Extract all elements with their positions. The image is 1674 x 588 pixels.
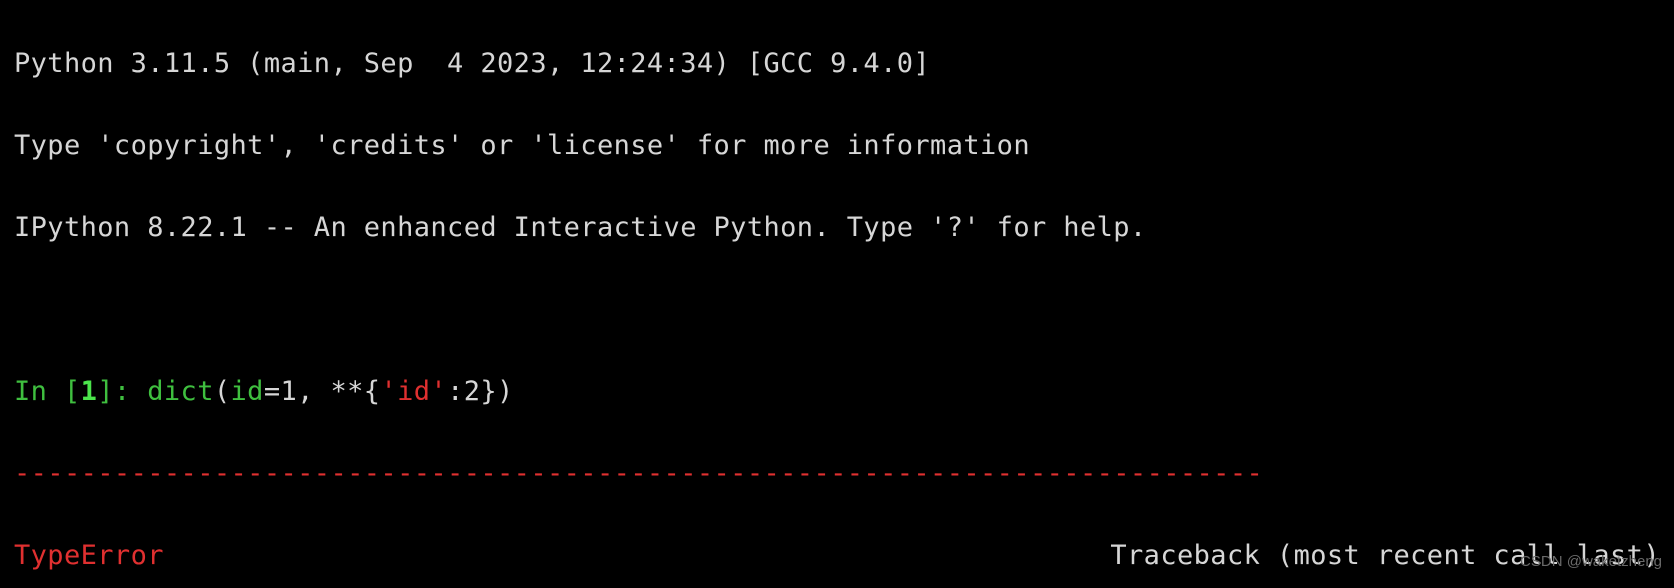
code-eq-val: =1,: [264, 376, 331, 407]
python-banner-line2: Type 'copyright', 'credits' or 'license'…: [14, 125, 1660, 166]
prompt-number: 1: [81, 376, 98, 407]
input-prompt-line[interactable]: In [1]: dict(id=1, **{'id':2}): [14, 371, 1660, 412]
prompt-in-close: ]:: [97, 376, 147, 407]
code-func: dict: [147, 376, 214, 407]
code-kw: id: [231, 376, 264, 407]
code-paren-open: (: [214, 376, 231, 407]
watermark: CSDN @waketzheng: [1520, 541, 1662, 582]
traceback-separator: ----------------------------------------…: [14, 453, 1660, 494]
code-close: }): [480, 376, 513, 407]
code-string: 'id': [380, 376, 447, 407]
blank-line: [14, 289, 1660, 330]
ipython-terminal[interactable]: Python 3.11.5 (main, Sep 4 2023, 12:24:3…: [0, 0, 1674, 588]
python-banner-line1: Python 3.11.5 (main, Sep 4 2023, 12:24:3…: [14, 43, 1660, 84]
traceback-header: TypeErrorTraceback (most recent call las…: [14, 535, 1660, 576]
python-banner-line3: IPython 8.22.1 -- An enhanced Interactiv…: [14, 207, 1660, 248]
error-name: TypeError: [14, 535, 164, 576]
code-colon-v: :2: [447, 376, 480, 407]
prompt-in: In [: [14, 376, 81, 407]
code-splat: **{: [330, 376, 380, 407]
